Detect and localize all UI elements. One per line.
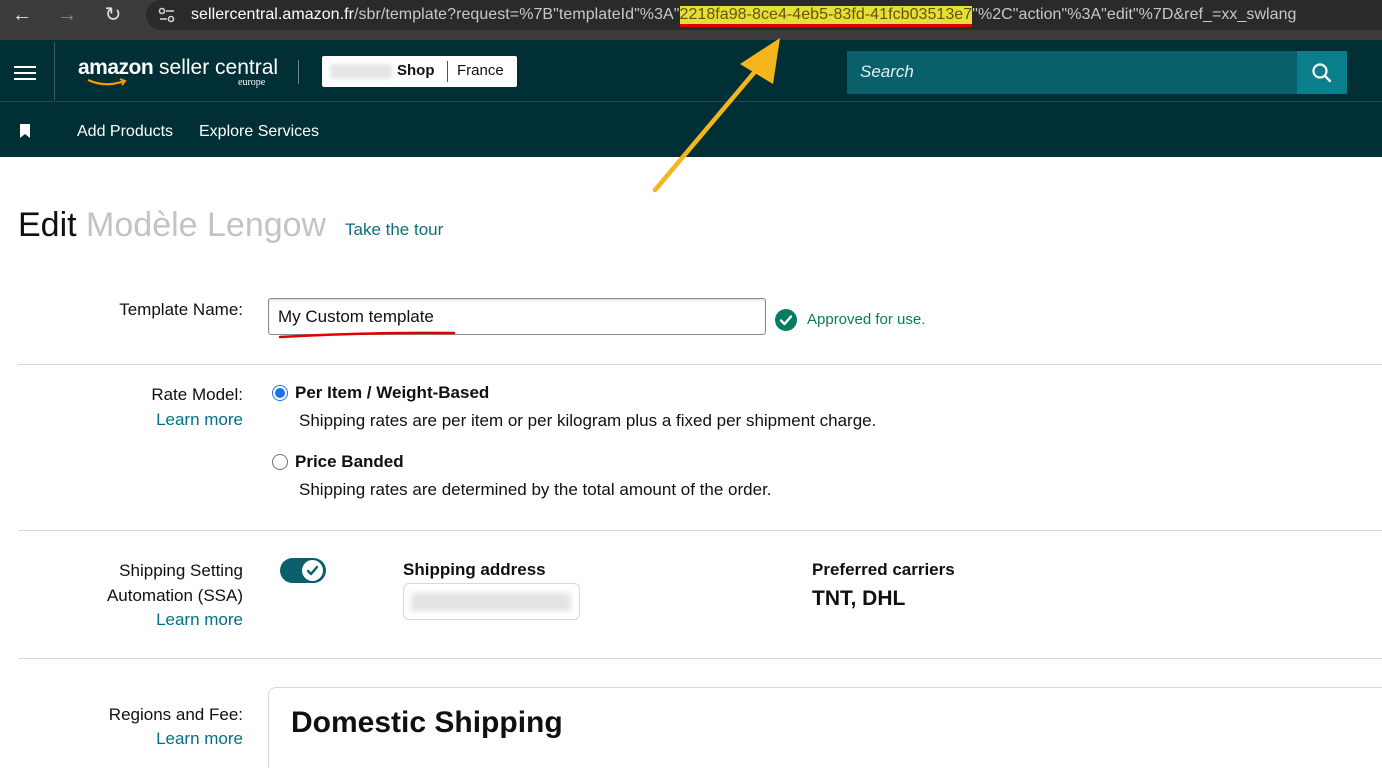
search-input[interactable]: Search <box>847 51 1297 94</box>
toggle-knob <box>302 560 323 581</box>
section-divider <box>18 364 1382 365</box>
url-text[interactable]: sellercentral.amazon.fr/sbr/template?req… <box>191 5 1297 27</box>
domestic-shipping-title: Domestic Shipping <box>291 706 563 739</box>
logo-divider <box>298 60 299 84</box>
url-host: sellercentral.amazon.fr <box>191 6 354 23</box>
store-country-label: France <box>457 62 504 79</box>
preferred-carriers-value: TNT, DHL <box>812 587 906 610</box>
search-button[interactable] <box>1297 51 1347 94</box>
logo-region: europe <box>238 77 266 88</box>
option-price-banded-title[interactable]: Price Banded <box>295 452 404 472</box>
url-path: /sbr/template?request=%7B"templateId"%3A… <box>354 6 680 23</box>
store-switcher[interactable]: Shop France <box>322 56 517 87</box>
radio-per-item[interactable] <box>272 385 288 401</box>
option-price-banded-desc: Shipping rates are determined by the tot… <box>299 480 772 499</box>
page-title-template-name: Modèle Lengow <box>86 206 327 244</box>
seller-central-logo[interactable]: amazon seller central europe <box>78 56 279 88</box>
store-shop-label: Shop <box>397 62 435 79</box>
approved-status: Approved for use. <box>807 311 926 328</box>
rate-model-learn-more[interactable]: Learn more <box>60 410 243 430</box>
regions-fee-label: Regions and Fee: <box>108 705 243 724</box>
annotation-arrow-icon <box>652 38 780 193</box>
annotation-underline <box>278 331 456 339</box>
approved-check-icon <box>775 309 797 331</box>
take-the-tour-link[interactable]: Take the tour <box>345 220 443 240</box>
template-name-label: Template Name: <box>119 300 243 319</box>
section-divider <box>18 530 1382 531</box>
nav-explore-services[interactable]: Explore Services <box>199 123 319 141</box>
header-divider <box>54 42 55 100</box>
option-per-item-desc: Shipping rates are per item or per kilog… <box>299 411 877 430</box>
regions-learn-more[interactable]: Learn more <box>60 729 243 749</box>
site-info-icon[interactable] <box>157 6 177 24</box>
logo-product: seller central <box>159 56 279 79</box>
preferred-carriers-heading: Preferred carriers <box>812 560 955 579</box>
hamburger-menu-icon[interactable] <box>14 66 36 80</box>
shipping-address-field[interactable] <box>403 583 580 620</box>
store-separator <box>447 61 448 82</box>
logo-brand: amazon <box>78 56 154 79</box>
bookmark-icon[interactable] <box>19 124 31 138</box>
forward-arrow-icon[interactable]: → <box>52 3 82 27</box>
ssa-label-line1: Shipping Setting <box>119 561 243 580</box>
section-divider <box>18 658 1382 659</box>
url-query-rest: "%2C"action"%3A"edit"%7D&ref_=xx_swlang <box>972 6 1297 23</box>
page-title-prefix: Edit <box>18 206 77 244</box>
rate-model-label: Rate Model: <box>151 385 243 404</box>
radio-price-banded[interactable] <box>272 454 288 470</box>
address-blurred <box>411 593 571 611</box>
template-name-value: My Custom template <box>278 307 434 326</box>
reload-icon[interactable]: ↻ <box>98 3 128 27</box>
back-arrow-icon[interactable]: ← <box>7 3 37 27</box>
option-per-item-title[interactable]: Per Item / Weight-Based <box>295 383 489 403</box>
amazon-smile-icon <box>87 78 127 86</box>
ssa-learn-more[interactable]: Learn more <box>60 610 243 630</box>
nav-add-products[interactable]: Add Products <box>77 123 173 141</box>
search-placeholder: Search <box>860 62 914 81</box>
ssa-label-line2: Automation (SSA) <box>106 586 243 605</box>
ssa-toggle[interactable] <box>280 558 326 583</box>
url-template-id: 2218fa98-8ce4-4eb5-83fd-41fcb03513e7 <box>679 6 973 27</box>
store-name-blurred <box>330 64 392 79</box>
page-title: Edit Modèle Lengow <box>18 204 326 246</box>
search-icon <box>1312 63 1332 83</box>
shipping-address-heading: Shipping address <box>403 560 546 579</box>
